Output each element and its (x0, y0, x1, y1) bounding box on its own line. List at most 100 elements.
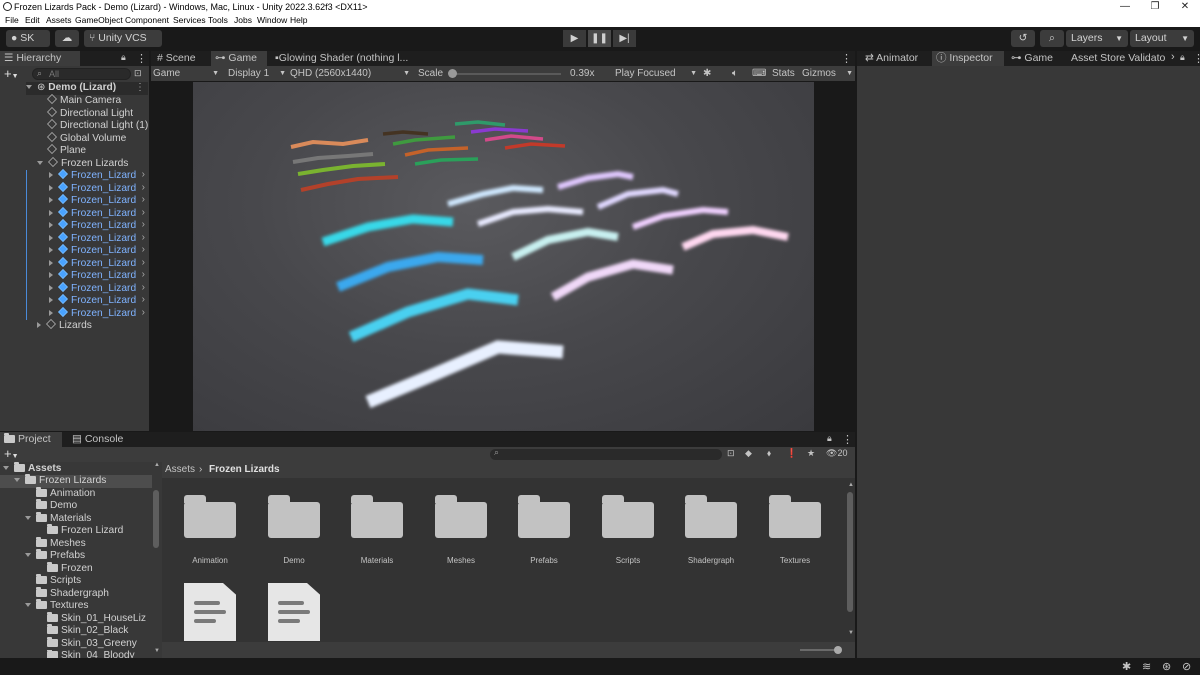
bug-icon[interactable]: ✱ (1122, 660, 1131, 673)
search-by-label-icon[interactable]: ◆ (745, 448, 752, 459)
prefab-instance-row[interactable]: Frozen_Lizard › (49, 269, 148, 282)
chevron-right-icon[interactable]: › (142, 182, 145, 195)
more-options-icon[interactable]: ⋮ (1193, 52, 1200, 65)
tree-item[interactable]: Skin_02_Black (47, 624, 128, 638)
warning-icon[interactable]: ❗ (786, 448, 797, 459)
more-options-icon[interactable]: ⋮ (135, 82, 145, 95)
prefab-instance-row[interactable]: Frozen_Lizard › (49, 232, 148, 245)
tree-item[interactable]: Textures (25, 599, 89, 613)
tab-console[interactable]: ▤ Console (68, 432, 134, 447)
unity-vcs-dropdown[interactable]: ⑂ Unity VCS ▼ (84, 30, 162, 60)
close-icon[interactable]: ✕ (1170, 0, 1200, 14)
more-options-icon[interactable]: ⋮ (136, 52, 147, 65)
step-button[interactable]: ▶| (613, 30, 636, 47)
prefab-instance-row[interactable]: Frozen_Lizard › (49, 219, 148, 232)
eye-icon[interactable]: 👁︎20 (826, 448, 847, 459)
chevron-right-icon[interactable]: › (142, 257, 145, 270)
prefab-instance-row[interactable]: Frozen_Lizard › (49, 307, 148, 320)
icon-size-slider[interactable] (800, 646, 842, 654)
folder-item-textures[interactable]: Textures (760, 494, 830, 565)
document-item[interactable] (259, 583, 329, 641)
breadcrumb-current[interactable]: Frozen Lizards (209, 462, 280, 478)
prefab-instance-row[interactable]: Frozen_Lizard › (49, 194, 148, 207)
hierarchy-item[interactable]: Main Camera (47, 94, 121, 107)
tree-item[interactable]: Scripts (36, 574, 81, 588)
menu-edit[interactable]: Edit (25, 14, 40, 27)
tab-shader-graph[interactable]: ▪Glowing Shader (nothing l... (271, 51, 411, 66)
game-mode-dropdown[interactable]: Game ▼ (153, 66, 219, 81)
chevron-right-icon[interactable]: › (142, 307, 145, 320)
folder-item-scripts[interactable]: Scripts (593, 494, 663, 565)
speaker-icon[interactable]: 🔈︎ (732, 66, 738, 81)
create-button[interactable]: +▼ (4, 447, 19, 463)
lock-icon[interactable]: 🔒︎ (121, 52, 126, 63)
chevron-right-icon[interactable]: › (142, 207, 145, 220)
stats-button[interactable]: Stats (772, 66, 795, 81)
layers-dropdown[interactable]: Layers ▼ (1066, 30, 1128, 47)
tree-item[interactable]: Shadergraph (36, 587, 109, 601)
tree-item-assets[interactable]: Assets (3, 462, 61, 476)
hierarchy-item[interactable]: Plane (47, 144, 86, 157)
chevron-right-icon[interactable]: › (142, 244, 145, 257)
prefab-instance-row[interactable]: Frozen_Lizard › (49, 257, 148, 270)
bug-icon[interactable]: ✱ (703, 66, 711, 81)
hierarchy-item[interactable]: Global Volume (47, 132, 126, 145)
prefab-instance-row[interactable]: Frozen_Lizard › (49, 169, 148, 182)
folder-item-demo[interactable]: Demo (259, 494, 329, 565)
asset-scrollbar-thumb[interactable] (847, 492, 853, 612)
layout-dropdown[interactable]: Layout ▼ (1130, 30, 1194, 47)
tag-icon[interactable]: ⬧ (767, 448, 771, 459)
display-dropdown[interactable]: Display 1 ▼ (228, 66, 286, 81)
scene-row[interactable]: ⊛ Demo (Lizard) ⋮ (26, 82, 148, 95)
hierarchy-search-input[interactable]: ⌕ All (32, 68, 131, 80)
tree-item[interactable]: Skin_04_Bloody (47, 650, 135, 658)
tab-game[interactable]: ⊶ Game (211, 51, 267, 66)
chevron-right-icon[interactable]: › (142, 269, 145, 282)
more-options-icon[interactable]: ⋮ (842, 433, 853, 446)
search-button[interactable]: ⌕ (1040, 30, 1064, 47)
project-search-input[interactable]: ⌕ (490, 447, 722, 460)
tree-item[interactable]: Demo (36, 499, 77, 513)
add-button[interactable]: +▼ (4, 67, 26, 80)
tree-item-frozen-lizards[interactable]: Frozen Lizards (0, 474, 152, 488)
keyboard-icon[interactable]: ⌨ (752, 66, 766, 81)
chevron-right-icon[interactable]: › (142, 219, 145, 232)
tree-item[interactable]: Prefabs (25, 549, 85, 563)
play-button[interactable]: ▶ (563, 30, 586, 47)
tab-hierarchy[interactable]: ☰ Hierarchy (0, 51, 80, 66)
hierarchy-item[interactable]: Frozen Lizards (37, 157, 128, 170)
hierarchy-item[interactable]: Lizards (37, 319, 92, 332)
tree-item[interactable]: Materials (25, 512, 91, 526)
resolution-dropdown[interactable]: QHD (2560x1440) ▼ (290, 66, 410, 81)
scroll-up-icon[interactable]: ▲ (154, 462, 160, 468)
gizmos-dropdown[interactable]: Gizmos ▼ (802, 66, 853, 81)
tab-inspector[interactable]: ⓘ Inspector (932, 51, 1004, 66)
menu-tools[interactable]: Tools (208, 14, 228, 27)
prefab-instance-row[interactable]: Frozen_Lizard › (49, 282, 148, 295)
folder-item-shadergraph[interactable]: Shadergraph (676, 494, 746, 565)
prefab-instance-row[interactable]: Frozen_Lizard › (49, 207, 148, 220)
chevron-right-icon[interactable]: › (142, 282, 145, 295)
play-focused-dropdown[interactable]: Play Focused ▼ (615, 66, 697, 81)
pause-button[interactable]: ❚❚ (588, 30, 611, 47)
tree-scrollbar-thumb[interactable] (153, 490, 159, 548)
menu-assets[interactable]: Assets (46, 14, 72, 27)
menu-component[interactable]: Component (125, 14, 169, 27)
folder-item-materials[interactable]: Materials (342, 494, 412, 565)
menu-help[interactable]: Help (290, 14, 307, 27)
slider-handle[interactable] (448, 69, 457, 78)
minimize-icon[interactable]: — (1110, 0, 1140, 14)
cloud-button[interactable]: ☁ (55, 30, 79, 47)
network-icon[interactable]: ⊛ (1162, 660, 1171, 673)
slider-handle[interactable] (834, 646, 842, 654)
account-dropdown[interactable]: ● SK ▼ (6, 30, 50, 60)
history-button[interactable]: ↺ (1011, 30, 1035, 47)
folder-item-meshes[interactable]: Meshes (426, 494, 496, 565)
chevron-right-icon[interactable]: › (142, 194, 145, 207)
database-icon[interactable]: ≋ (1142, 660, 1151, 673)
scroll-down-icon[interactable]: ▼ (154, 648, 160, 654)
scroll-down-icon[interactable]: ▼ (848, 630, 854, 636)
tree-item[interactable]: Animation (36, 487, 95, 501)
tree-item[interactable]: Skin_03_Greeny (47, 637, 137, 651)
tree-item[interactable]: Meshes (36, 537, 86, 551)
